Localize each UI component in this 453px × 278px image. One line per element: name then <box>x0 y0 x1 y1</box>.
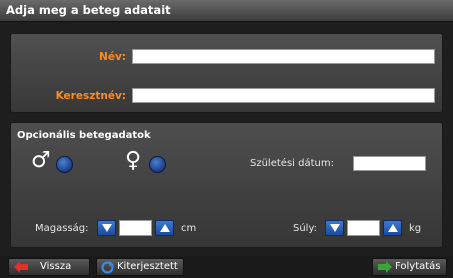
back-label: Vissza <box>40 261 72 272</box>
arrow-left-icon <box>14 261 28 273</box>
weight-increase-button[interactable] <box>383 220 402 236</box>
triangle-up-icon <box>388 224 398 232</box>
continue-button[interactable]: Folytatás <box>372 258 447 276</box>
male-radio[interactable] <box>56 156 73 173</box>
title-bar: Adja meg a beteg adatait <box>0 0 453 22</box>
window-title: Adja meg a beteg adatait <box>6 3 171 17</box>
keresztnev-label: Keresztnév: <box>55 90 126 102</box>
optional-panel: Opcionális betegadatok ♂ ♀ Születési dát… <box>10 122 443 248</box>
footer-bar: Vissza Kiterjesztett Folytatás <box>0 256 453 278</box>
expanded-button[interactable]: Kiterjesztett <box>96 258 184 276</box>
height-decrease-button[interactable] <box>97 220 116 236</box>
back-button[interactable]: Vissza <box>8 258 90 276</box>
weight-label: Súly: <box>293 223 318 234</box>
male-icon: ♂ <box>31 148 51 173</box>
nev-input[interactable] <box>132 49 435 64</box>
height-input[interactable] <box>119 220 152 236</box>
female-icon: ♀ <box>125 148 142 173</box>
birthdate-label: Születési dátum: <box>250 158 334 169</box>
arrow-right-icon <box>378 261 392 273</box>
expanded-label: Kiterjesztett <box>117 261 178 272</box>
female-radio[interactable] <box>149 156 166 173</box>
birthdate-input[interactable] <box>353 156 426 171</box>
triangle-down-icon <box>102 224 112 232</box>
height-increase-button[interactable] <box>155 220 174 236</box>
weight-decrease-button[interactable] <box>325 220 344 236</box>
triangle-up-icon <box>160 224 170 232</box>
weight-unit: kg <box>409 223 422 234</box>
refresh-icon <box>101 261 114 274</box>
triangle-down-icon <box>330 224 340 232</box>
keresztnev-input[interactable] <box>132 88 435 103</box>
nev-label: Név: <box>99 51 126 63</box>
continue-label: Folytatás <box>395 261 441 272</box>
height-label: Magasság: <box>35 223 89 234</box>
patient-data-window: Adja meg a beteg adatait Név: Keresztnév… <box>0 0 453 278</box>
weight-input[interactable] <box>347 220 380 236</box>
optional-section-title: Opcionális betegadatok <box>17 130 151 141</box>
height-unit: cm <box>181 223 197 234</box>
name-panel: Név: Keresztnév: <box>10 33 443 113</box>
